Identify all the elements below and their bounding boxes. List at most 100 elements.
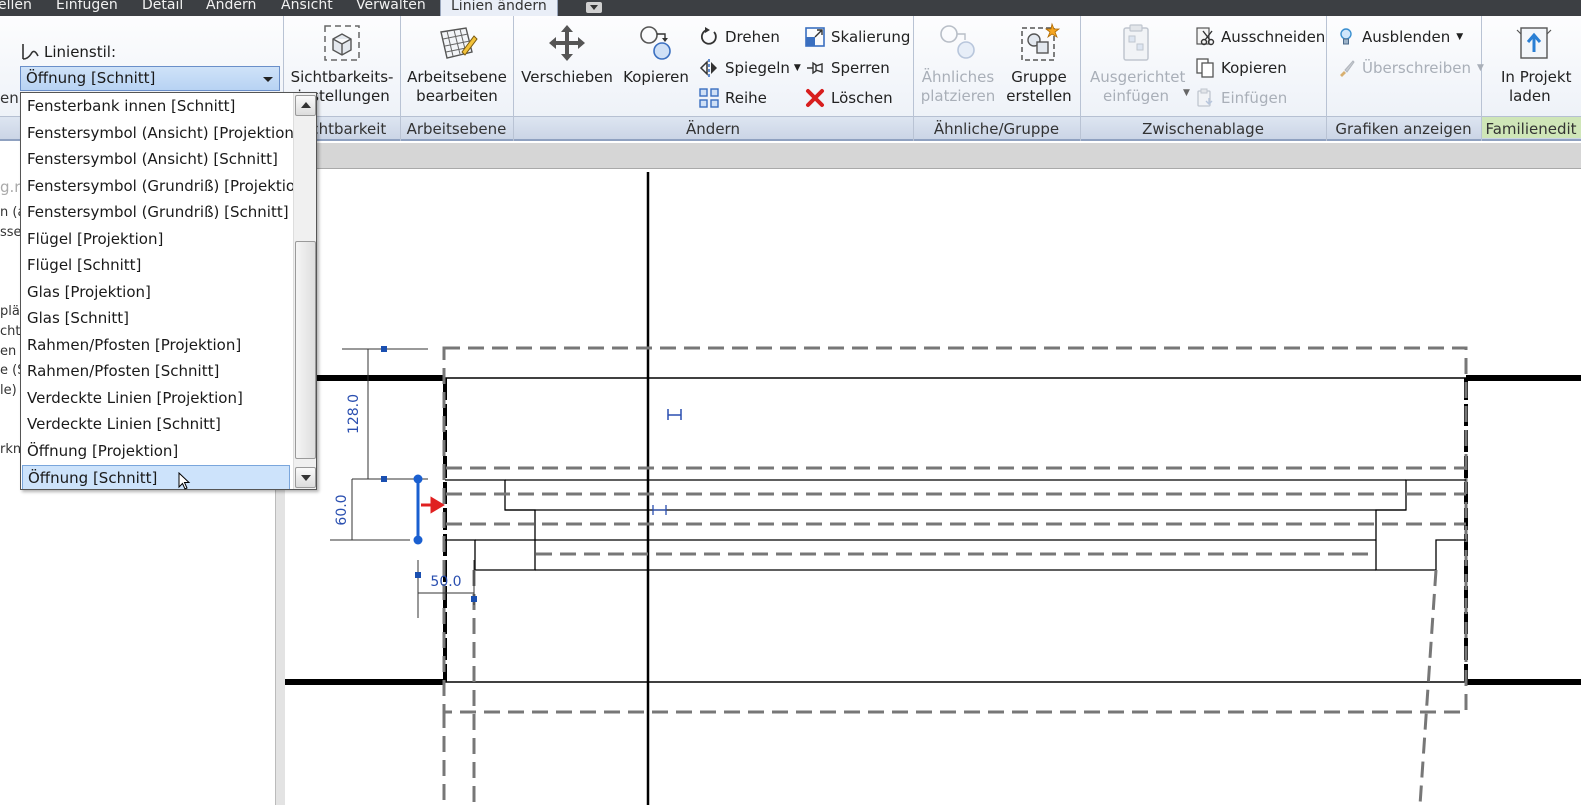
mouse-cursor-icon [178,472,191,490]
edit-workplane-button[interactable]: Arbeitsebene bearbeiten [407,22,507,106]
dimension-grip[interactable] [381,476,387,482]
ribbon-left-fragment: en [0,89,19,107]
pin-button[interactable]: Sperren [805,57,890,79]
linestyle-combobox[interactable]: Öffnung [Schnitt] [20,66,280,91]
dimension-grip[interactable] [471,596,477,602]
move-label: Verschieben [521,68,613,86]
override-dropdown-icon[interactable]: ▼ [1477,63,1484,73]
load-into-project-label-2: laden [1509,87,1551,105]
create-group-icon [1021,22,1060,61]
copy-circles-icon [640,26,671,60]
override-label: Überschreiben [1362,59,1471,77]
line-endpoint-grip[interactable] [413,535,423,545]
panel-label-graphics: Grafiken anzeigen [1335,120,1472,138]
linestyle-option[interactable]: Glas [Schnitt] [22,306,290,332]
linestyle-option[interactable]: Fenstersymbol (Ansicht) [Projektion] [22,121,300,147]
linestyle-dropdown-list[interactable]: Fensterbank innen [Schnitt] Fenstersymbol… [20,92,317,490]
panel-label-similar-group: Ähnliche/Gruppe [933,120,1060,138]
mirror-dropdown-icon[interactable]: ▼ [794,63,801,73]
browser-fragment[interactable]: sse [0,225,22,240]
drawing-canvas[interactable]: 128.0 60.0 50.0 [285,170,1581,805]
array-label: Reihe [725,89,767,107]
linestyle-option[interactable]: Fensterbank innen [Schnitt] [22,94,290,120]
linestyle-option[interactable]: Öffnung [Projektion] [22,439,290,465]
move-button[interactable]: Verschieben [520,22,614,87]
ribbon-separator [913,16,914,141]
hidden-lines[interactable] [442,466,1466,805]
create-group-label-2: erstellen [1006,87,1072,105]
hide-button[interactable]: Ausblenden ▼ [1336,26,1463,48]
paste-aligned-label-1: Ausgerichtet [1090,68,1186,86]
linestyle-label-group: Linienstil: [20,42,116,62]
paste-aligned-button[interactable]: Ausgerichtet einfügen [1090,22,1186,106]
copy-label: Kopieren [623,68,689,86]
view-tab-bar [283,143,1581,169]
linestyle-option[interactable]: Glas [Projektion] [22,280,290,306]
menu-view[interactable]: Ansicht [281,0,333,13]
panel-label-family-editor: Familienedit [1481,117,1581,138]
load-into-project-icon [1516,27,1552,59]
menu-bar: ellen Einfügen Detail Ändern Ansicht Ver… [0,0,1581,16]
dimension-text-lower[interactable]: 60.0 [334,494,350,525]
line-endpoint-grip[interactable] [413,474,423,484]
dimension-text-upper[interactable]: 128.0 [346,394,362,434]
flip-arrow-icon[interactable] [421,496,445,514]
line-style-icon [22,44,39,60]
menu-insert[interactable]: Einfügen [56,0,118,13]
create-group-button[interactable]: Gruppe erstellen [1004,22,1074,106]
scroll-thumb[interactable] [295,241,316,459]
menu-modify-lines[interactable]: Linien ändern [440,0,558,16]
linestyle-option[interactable]: Flügel [Schnitt] [22,253,290,279]
dimension-grip[interactable] [381,346,387,352]
place-similar-button[interactable]: Ähnliches platzieren [920,22,996,106]
linestyle-option[interactable]: Flügel [Projektion] [22,227,290,253]
copy-button[interactable]: Kopieren [620,22,692,87]
paste-label: Einfügen [1221,89,1288,107]
chevron-down-icon[interactable] [263,77,273,82]
dimension-grip[interactable] [415,572,421,578]
rotate-button[interactable]: Drehen [699,26,780,48]
clipboard-aligned-icon [1123,24,1149,61]
scroll-down-button[interactable] [295,467,316,488]
mirror-button[interactable]: Spiegeln ▼ [699,57,801,79]
scale-button[interactable]: Skalierung [805,26,910,48]
dropdown-scrollbar[interactable] [293,93,316,489]
browser-fragment[interactable]: le) [0,383,17,398]
linestyle-option[interactable]: Rahmen/Pfosten [Schnitt] [22,359,290,385]
cut-scissors-icon [1196,27,1215,46]
linestyle-option[interactable]: Verdeckte Linien [Schnitt] [22,412,290,438]
dimension-text-width[interactable]: 50.0 [430,574,461,590]
delete-button[interactable]: Löschen [805,87,893,109]
linestyle-option[interactable]: Rahmen/Pfosten [Projektion] [22,333,290,359]
linestyle-option[interactable]: Fenstersymbol (Grundriß) [Projektion] [22,174,310,200]
ribbon-separator [1326,16,1327,141]
scale-icon [805,27,825,47]
paste-aligned-label-2: einfügen [1103,87,1169,105]
menu-create[interactable]: ellen [0,0,32,13]
hide-dropdown-icon[interactable]: ▼ [1456,32,1463,42]
menu-manage[interactable]: Verwalten [356,0,426,13]
ribbon-toggle-icon[interactable] [586,2,602,13]
override-button[interactable]: Überschreiben ▼ [1336,57,1484,79]
linestyle-option[interactable]: Öffnung [Schnitt] [22,465,290,489]
paste-button[interactable]: Einfügen [1195,87,1287,109]
linestyle-option[interactable]: Fenstersymbol (Grundriß) [Schnitt] [22,200,290,226]
load-into-project-button[interactable]: In Projekt laden [1490,22,1581,106]
clipboard-copy-button[interactable]: Kopieren [1195,57,1287,79]
menu-modify[interactable]: Ändern [206,0,256,13]
linestyle-option[interactable]: Fenstersymbol (Ansicht) [Schnitt] [22,147,290,173]
hidden-boundary-rect[interactable] [442,346,1468,714]
linestyle-option[interactable]: Verdeckte Linien [Projektion] [22,386,290,412]
scroll-up-button[interactable] [295,95,316,116]
array-button[interactable]: Reihe [699,87,767,109]
panel-label-clipboard: Zwischenablage [1142,120,1264,138]
cut-button[interactable]: Ausschneiden [1195,26,1325,48]
panel-label-modify: Ändern [686,120,740,138]
edit-workplane-label-2: bearbeiten [416,87,498,105]
menu-detail[interactable]: Detail [142,0,183,13]
panel-label-workplane: Arbeitsebene [406,120,507,138]
paste-aligned-dropdown-icon[interactable]: ▼ [1183,88,1190,98]
load-into-project-label-1: In Projekt [1501,68,1572,86]
ribbon-separator [400,16,401,141]
rotate-icon [700,27,717,45]
